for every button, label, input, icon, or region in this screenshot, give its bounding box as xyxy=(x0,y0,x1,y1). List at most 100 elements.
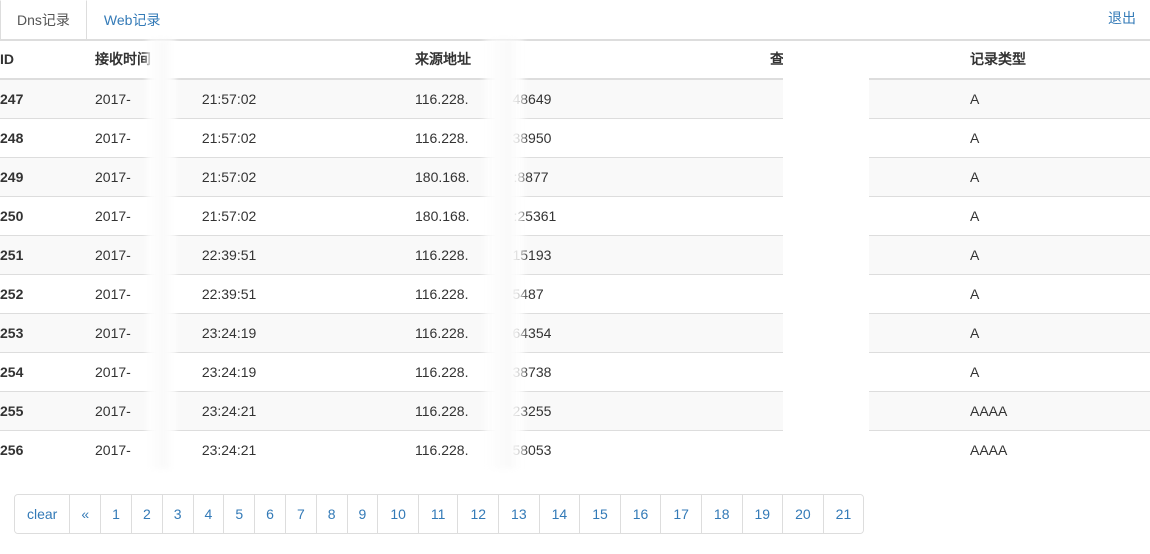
cell-record-type: A xyxy=(970,313,1150,353)
source-ip-text: 116.228. xyxy=(415,247,469,263)
pagination-page-7[interactable]: 7 xyxy=(284,495,316,533)
pagination-clear[interactable]: clear xyxy=(15,495,70,533)
source-ip-text: 116.228. xyxy=(415,442,469,458)
pagination-page-9[interactable]: 9 xyxy=(346,495,378,533)
cell-recv-time: 2017- 23:24:21 xyxy=(95,430,415,469)
source-ip-text: 180.168. xyxy=(415,169,470,185)
pagination-page-16[interactable]: 16 xyxy=(619,495,661,533)
cell-query-host xyxy=(770,157,970,197)
table-row: 250 2017- 21:57:02 180.168.:25361 A xyxy=(0,196,1150,236)
source-port-text: 38950 xyxy=(512,130,552,146)
pagination-page-8[interactable]: 8 xyxy=(315,495,347,533)
pagination-item: 10 xyxy=(377,495,418,533)
source-ip-text: 116.228. xyxy=(415,286,469,302)
cell-id: 250 xyxy=(0,196,95,236)
pagination-page-20[interactable]: 20 xyxy=(782,495,823,533)
table-header: ID 接收时间 来源地址 查询主机 记录类型 xyxy=(0,39,1150,80)
recv-time-text: 23:24:19 xyxy=(201,325,257,341)
source-port-text: 38738 xyxy=(512,364,552,380)
cell-record-type: A xyxy=(970,118,1150,158)
cell-source-address: 180.168.:8877 xyxy=(415,157,770,197)
recv-time-text: 21:57:02 xyxy=(201,208,257,224)
pagination-page-19[interactable]: 19 xyxy=(741,495,783,533)
cell-query-host xyxy=(770,391,970,431)
pagination-item: 8 xyxy=(315,495,347,533)
cell-record-type: A xyxy=(970,352,1150,392)
source-ip-text: 116.228. xyxy=(415,91,469,107)
pagination-item: 15 xyxy=(579,495,620,533)
pagination-item: clear xyxy=(15,495,70,533)
cell-source-address: 116.228. 15193 xyxy=(415,235,770,275)
cell-query-host xyxy=(770,118,970,158)
pagination-page-10[interactable]: 10 xyxy=(377,495,418,533)
cell-query-host xyxy=(770,313,970,353)
pagination-page-21[interactable]: 21 xyxy=(822,495,864,533)
tab-dns-records[interactable]: Dns记录 xyxy=(0,0,87,39)
pagination-page-12[interactable]: 12 xyxy=(457,495,499,533)
table-row: 252 2017- 22:39:51 116.228. 5487 A xyxy=(0,274,1150,314)
cell-recv-time: 2017- 23:24:19 xyxy=(95,313,415,353)
table-header-row: ID 接收时间 来源地址 查询主机 记录类型 xyxy=(0,39,1150,80)
pagination-page-5[interactable]: 5 xyxy=(223,495,255,533)
cell-query-host xyxy=(770,274,970,314)
tab-web-records[interactable]: Web记录 xyxy=(86,0,178,39)
pagination-page-6[interactable]: 6 xyxy=(254,495,285,533)
cell-query-host xyxy=(770,78,970,119)
table-row: 251 2017- 22:39:51 116.228. 15193 A xyxy=(0,235,1150,275)
pagination-item: 11 xyxy=(417,495,458,533)
pagination-page-13[interactable]: 13 xyxy=(498,495,539,533)
cell-query-host xyxy=(770,235,970,275)
recv-time-text: 21:57:02 xyxy=(201,169,257,185)
cell-record-type: A xyxy=(970,235,1150,275)
cell-recv-time: 2017- 23:24:19 xyxy=(95,352,415,392)
source-port-text: :25361 xyxy=(513,208,557,224)
cell-source-address: 116.228. 48649 xyxy=(415,78,770,119)
cell-id: 252 xyxy=(0,274,95,314)
table-row: 254 2017- 23:24:19 116.228. 38738 A xyxy=(0,352,1150,392)
pagination-item: 4 xyxy=(192,495,224,533)
recv-date-text: 2017- xyxy=(95,247,131,263)
recv-date-text: 2017- xyxy=(95,208,131,224)
recv-date-text: 2017- xyxy=(95,442,131,458)
column-header-source-ip: 来源地址 xyxy=(415,39,770,80)
pagination-item: 12 xyxy=(457,495,499,533)
cell-id: 251 xyxy=(0,235,95,275)
source-port-text: 48649 xyxy=(512,91,552,107)
cell-id: 254 xyxy=(0,352,95,392)
pagination-item: 16 xyxy=(619,495,661,533)
pagination-page-2[interactable]: 2 xyxy=(130,495,162,533)
cell-query-host xyxy=(770,196,970,236)
pagination-item: 6 xyxy=(254,495,285,533)
cell-id: 255 xyxy=(0,391,95,431)
source-ip-text: 116.228. xyxy=(415,364,469,380)
column-header-recv-time: 接收时间 xyxy=(95,39,415,80)
pagination-page-11[interactable]: 11 xyxy=(417,495,458,533)
pagination-page-15[interactable]: 15 xyxy=(579,495,620,533)
source-ip-text: 116.228. xyxy=(415,325,469,341)
pagination-prev[interactable]: « xyxy=(69,495,101,533)
source-ip-text: 116.228. xyxy=(415,130,469,146)
pagination-item: 7 xyxy=(284,495,316,533)
pagination-page-3[interactable]: 3 xyxy=(161,495,193,533)
pagination-page-17[interactable]: 17 xyxy=(660,495,701,533)
logout-link[interactable]: 退出 xyxy=(1108,11,1136,25)
table-row: 253 2017- 23:24:19 116.228. 64354 A xyxy=(0,313,1150,353)
recv-time-text: 21:57:02 xyxy=(201,91,257,107)
cell-recv-time: 2017- 21:57:02 xyxy=(95,157,415,197)
cell-recv-time: 2017- 21:57:02 xyxy=(95,196,415,236)
pagination-page-14[interactable]: 14 xyxy=(538,495,580,533)
pagination-page-4[interactable]: 4 xyxy=(192,495,224,533)
pagination-item: 1 xyxy=(100,495,131,533)
cell-record-type: A xyxy=(970,157,1150,197)
cell-source-address: 116.228. 58053 xyxy=(415,430,770,469)
pagination-page-18[interactable]: 18 xyxy=(700,495,742,533)
cell-recv-time: 2017- 21:57:02 xyxy=(95,78,415,119)
pagination-item: 3 xyxy=(161,495,193,533)
cell-record-type: AAAA xyxy=(970,391,1150,431)
recv-time-text: 23:24:21 xyxy=(201,442,257,458)
column-header-query-host: 查询主机 xyxy=(770,39,970,80)
pagination-item: 13 xyxy=(498,495,539,533)
cell-recv-time: 2017- 22:39:51 xyxy=(95,235,415,275)
cell-record-type: A xyxy=(970,274,1150,314)
pagination-page-1[interactable]: 1 xyxy=(100,495,131,533)
